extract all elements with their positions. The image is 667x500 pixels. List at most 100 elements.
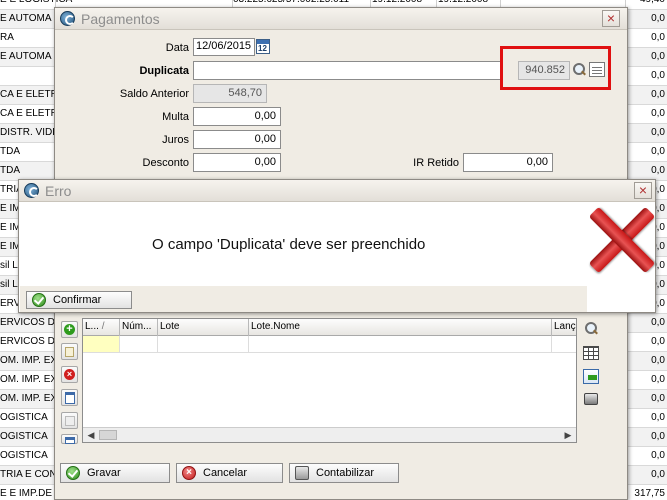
table-cell: ERVICOS D — [0, 317, 54, 328]
table-cell: DISTR. VIDE — [0, 127, 54, 138]
table-cell: 0,0 — [651, 89, 665, 100]
error-icon — [588, 204, 656, 276]
duplicata-label: Duplicata — [139, 65, 189, 77]
document-icon — [65, 437, 75, 444]
grid-search-icon[interactable] — [583, 321, 600, 338]
pagamentos-title: Pagamentos — [81, 11, 160, 27]
edit-icon — [65, 347, 74, 357]
table-cell: TDA — [0, 146, 20, 157]
delete-button[interactable]: × — [61, 366, 78, 383]
delete-icon: × — [64, 369, 75, 380]
printer-icon — [295, 466, 309, 480]
table-cell: 0,0 — [651, 469, 665, 480]
table-cell: 0,0 — [651, 146, 665, 157]
close-button[interactable]: × — [602, 10, 620, 27]
col-header-lote[interactable]: Lote — [158, 319, 249, 336]
table-cell: TRIA E CON — [0, 469, 54, 480]
data-field[interactable]: 12/06/2015 — [193, 38, 255, 56]
table-cell: OM. IMP. EX — [0, 393, 54, 404]
document-button-2[interactable] — [61, 434, 78, 444]
table-cell[interactable] — [249, 336, 552, 352]
table-cell: OM. IMP. EX — [0, 355, 54, 366]
table-cell: 19.12.2008 — [438, 0, 488, 5]
table-icon[interactable] — [583, 346, 599, 360]
table-cell: OM. IMP. EX — [0, 374, 54, 385]
export-icon[interactable] — [583, 369, 599, 384]
table-cell: E AUTOMA — [0, 51, 52, 62]
table-cell: 49,40 — [625, 0, 665, 5]
col-header-num[interactable]: Núm... — [120, 319, 158, 336]
table-cell: CA E ELETR — [0, 108, 54, 119]
gravar-button[interactable]: Gravar — [60, 463, 170, 483]
gravar-label: Gravar — [87, 467, 121, 479]
erro-title: Erro — [45, 183, 72, 199]
table-cell: 0,0 — [651, 374, 665, 385]
table-cell[interactable] — [158, 336, 249, 352]
table-cell: OGISTICA — [0, 412, 48, 423]
table-cell: E E LOGISTICA — [0, 0, 260, 5]
duplicata-field[interactable] — [193, 61, 502, 80]
check-icon — [66, 466, 80, 480]
add-button[interactable]: + — [61, 321, 78, 338]
table-cell[interactable] — [552, 336, 578, 352]
document-icon — [65, 392, 75, 404]
cancel-icon: × — [182, 466, 196, 480]
col-header-lote-nome[interactable]: Lote.Nome — [249, 319, 552, 336]
contabilizar-button[interactable]: Contabilizar — [289, 463, 399, 483]
edit-button[interactable] — [61, 343, 78, 360]
lotes-grid[interactable]: L... / Núm... Lote Lote.Nome Lanç ◀ ▶ — [82, 318, 577, 443]
table-cell: 0,0 — [651, 317, 665, 328]
desconto-field[interactable]: 0,00 — [193, 153, 281, 172]
calendar-icon[interactable]: 12 — [256, 39, 270, 54]
table-cell: 0,0 — [651, 336, 665, 347]
print-icon[interactable] — [584, 393, 598, 405]
scroll-thumb[interactable] — [99, 430, 117, 440]
saldo-anterior-label: Saldo Anterior — [119, 88, 189, 100]
contabilizar-label: Contabilizar — [316, 467, 375, 479]
scroll-right-icon[interactable]: ▶ — [562, 430, 574, 440]
table-cell: 03.225.625/57.002.25.011 — [233, 0, 349, 5]
pagamentos-titlebar[interactable]: Pagamentos × — [55, 8, 627, 30]
cancelar-button[interactable]: × Cancelar — [176, 463, 283, 483]
table-cell: ERVICOS D — [0, 336, 54, 347]
table-cell: 0,0 — [651, 355, 665, 366]
col-header-lanc[interactable]: Lanç — [552, 319, 578, 336]
highlight-box — [500, 46, 611, 90]
table-cell: 317,75 — [634, 488, 665, 499]
confirmar-label: Confirmar — [53, 294, 102, 306]
scroll-left-icon[interactable]: ◀ — [85, 430, 97, 440]
ir-retido-field[interactable]: 0,00 — [463, 153, 553, 172]
juros-label: Juros — [162, 134, 189, 146]
ir-retido-label: IR Retido — [413, 157, 459, 169]
col-header-l[interactable]: L... / — [83, 319, 120, 336]
close-button[interactable]: × — [634, 182, 652, 199]
desconto-label: Desconto — [142, 157, 189, 169]
table-cell[interactable] — [120, 336, 158, 352]
selected-cell[interactable] — [83, 336, 120, 352]
table-cell: 0,0 — [651, 127, 665, 138]
erro-titlebar[interactable]: Erro × — [19, 180, 655, 202]
document-button[interactable] — [61, 389, 78, 406]
table-row[interactable] — [83, 336, 576, 353]
table-cell: RA — [0, 32, 14, 43]
add-icon: + — [64, 324, 75, 335]
table-cell: 0,0 — [651, 13, 665, 24]
table-cell: 0,0 — [651, 393, 665, 404]
saldo-anterior-field: 548,70 — [193, 84, 267, 103]
table-cell: 0,0 — [651, 450, 665, 461]
table-cell: 0,0 — [651, 165, 665, 176]
blank-icon — [65, 416, 75, 426]
app-icon — [24, 183, 39, 198]
error-message: O campo 'Duplicata' deve ser preenchido — [152, 236, 426, 253]
horizontal-scrollbar[interactable]: ◀ ▶ — [83, 427, 576, 442]
juros-field[interactable]: 0,00 — [193, 130, 281, 149]
table-cell: 19.12.2008 — [372, 0, 422, 5]
confirmar-button[interactable]: Confirmar — [26, 291, 132, 309]
multa-label: Multa — [162, 111, 189, 123]
blank-button[interactable] — [61, 412, 78, 429]
check-icon — [32, 293, 46, 307]
table-cell: CA E ELETR — [0, 89, 54, 100]
table-cell: OGISTICA — [0, 450, 48, 461]
multa-field[interactable]: 0,00 — [193, 107, 281, 126]
app-icon — [60, 11, 75, 26]
